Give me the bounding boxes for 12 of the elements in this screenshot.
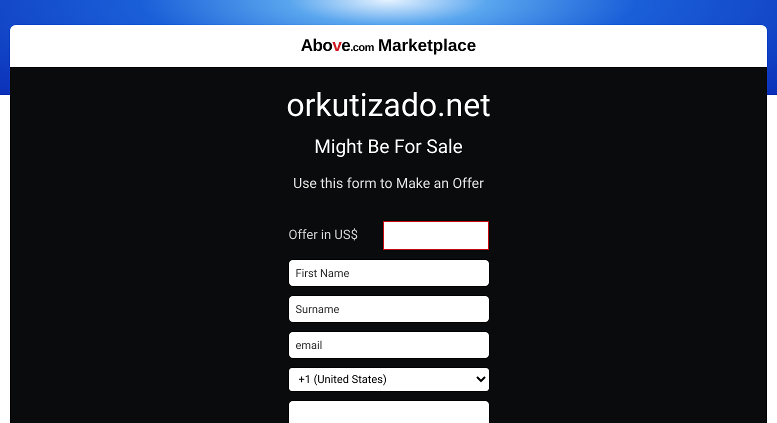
subtitle: Might Be For Sale — [314, 135, 463, 159]
instruction: Use this form to Make an Offer — [293, 175, 484, 193]
input-field[interactable]: Surname — [288, 296, 488, 322]
offer-field[interactable] — [382, 221, 488, 250]
input-field[interactable] — [288, 401, 488, 423]
phone-code-select[interactable]: +1 (United States) — [288, 368, 488, 391]
marketplace-title: Marketplace — [378, 35, 476, 58]
domain-name: orkutizado.net — [286, 85, 491, 125]
logo: Above.com — [300, 35, 374, 57]
input-field[interactable]: email — [288, 332, 488, 358]
offer-label: Offer in US$ — [288, 226, 358, 245]
input-field[interactable]: First Name — [288, 260, 488, 286]
